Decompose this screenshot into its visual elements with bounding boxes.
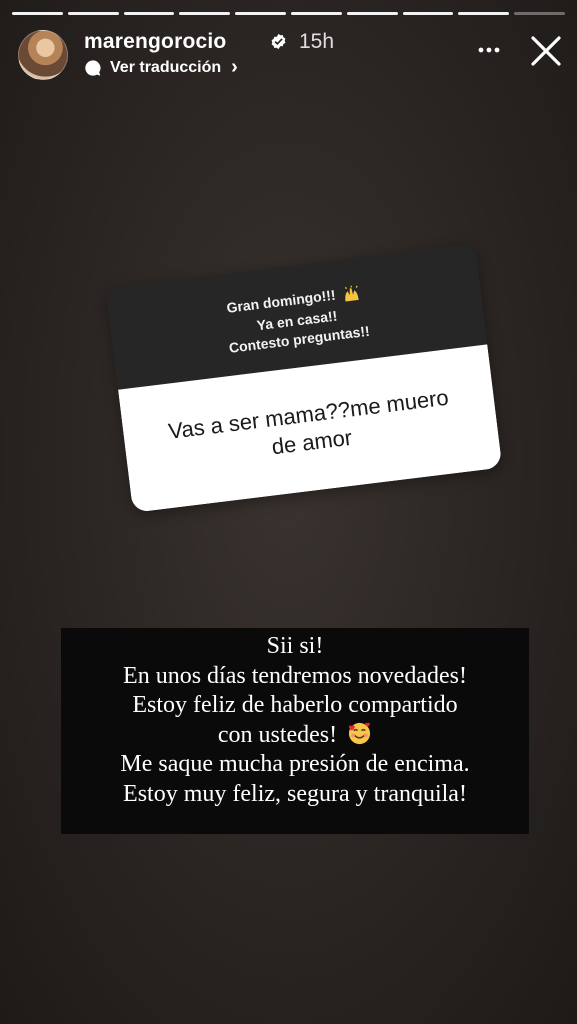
progress-segment: [67, 12, 119, 15]
caption-line-6: Estoy muy feliz, segura y tranquila!: [123, 780, 467, 807]
story-progress-bar: [12, 12, 565, 15]
avatar[interactable]: [18, 30, 68, 80]
progress-segment: [179, 12, 231, 15]
caption-line-5: Me saque mucha presión de encima.: [120, 751, 470, 777]
story-header: marengorocio 15h Ver traducción ›: [18, 28, 563, 80]
progress-segment: [514, 12, 565, 15]
smiling-face-with-hearts-emoji-icon: [349, 722, 371, 744]
progress-segment: [290, 12, 342, 15]
progress-segment: [12, 12, 63, 15]
raising-hands-emoji-icon: [345, 285, 359, 302]
progress-segment: [402, 12, 454, 15]
progress-segment: [235, 12, 286, 15]
more-options-icon[interactable]: [477, 38, 501, 62]
post-time: 15h: [299, 30, 335, 53]
translate-label: Ver traducción: [110, 58, 222, 76]
progress-segment: [458, 12, 510, 15]
translate-link[interactable]: Ver traducción ›: [84, 56, 238, 79]
question-sticker: Gran domingo!!! Ya en casa!! Contesto pr…: [105, 243, 503, 513]
caption-line-1: Sii si!: [266, 633, 324, 659]
progress-segment: [346, 12, 398, 15]
caption-line-3: Estoy feliz de haberlo compartido: [132, 692, 458, 718]
username[interactable]: marengorocio: [84, 30, 226, 54]
story-caption: Sii si! En unos días tendremos novedades…: [61, 628, 529, 834]
caption-line-2: En unos días tendremos novedades!: [123, 662, 467, 689]
verified-badge-icon: [271, 33, 286, 50]
close-icon[interactable]: [529, 34, 563, 68]
chevron-right-icon: ›: [231, 56, 238, 78]
progress-segment: [123, 12, 175, 15]
translate-bubble-icon: [85, 59, 101, 76]
caption-line-4: con ustedes!: [217, 721, 338, 748]
